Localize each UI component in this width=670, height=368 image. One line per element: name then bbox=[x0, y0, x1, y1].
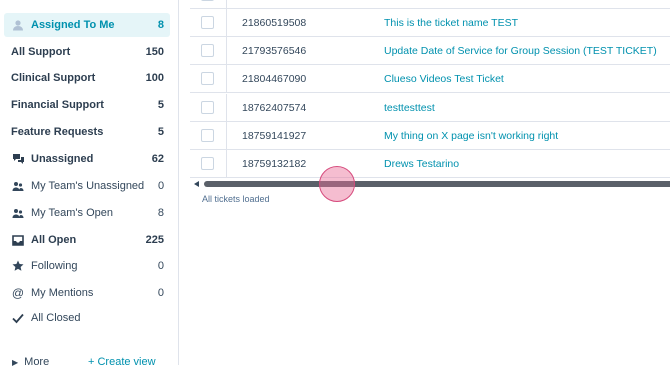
sidebar-item-all-support[interactable]: All Support 150 bbox=[4, 40, 170, 64]
cursor-highlight bbox=[319, 166, 355, 202]
column-divider bbox=[226, 65, 227, 93]
sidebar-item-label: All Support bbox=[11, 46, 71, 58]
row-checkbox[interactable] bbox=[201, 157, 214, 170]
ticket-id: 18759132182 bbox=[242, 158, 307, 170]
sidebar-item-count: 0 bbox=[157, 287, 164, 299]
tickets-loaded-status: All tickets loaded bbox=[202, 194, 270, 204]
ticket-id: 21860519508 bbox=[242, 17, 307, 29]
sidebar-item-count: 8 bbox=[157, 19, 164, 31]
ticket-id: 21793576546 bbox=[242, 45, 307, 57]
sidebar-item-label: Unassigned bbox=[31, 153, 94, 165]
horizontal-scrollbar[interactable] bbox=[194, 180, 670, 188]
sidebar-item-count: 5 bbox=[157, 99, 164, 111]
team-icon bbox=[11, 179, 25, 193]
table-row[interactable]: 18762407574 testtesttest bbox=[190, 94, 670, 122]
sidebar-item-all-closed[interactable]: All Closed bbox=[4, 306, 170, 330]
row-checkbox[interactable] bbox=[201, 44, 214, 57]
table-row[interactable]: 21804467090 Clueso Videos Test Ticket bbox=[190, 65, 670, 93]
row-checkbox[interactable] bbox=[201, 72, 214, 85]
sidebar-item-following[interactable]: Following 0 bbox=[4, 254, 170, 278]
sidebar-item-label: Assigned To Me bbox=[31, 19, 115, 31]
table-row[interactable]: 18759141927 My thing on X page isn't wor… bbox=[190, 122, 670, 150]
ticket-name-link[interactable]: Drews Testarino bbox=[384, 158, 459, 170]
column-divider bbox=[226, 9, 227, 37]
chat-bubbles-icon bbox=[11, 152, 25, 166]
sidebar-item-count: 5 bbox=[157, 126, 164, 138]
sidebar-item-all-open[interactable]: All Open 225 bbox=[4, 228, 170, 252]
ticket-name-link[interactable]: This is the ticket name TEST bbox=[384, 17, 518, 29]
more-link[interactable]: ▶ More bbox=[12, 356, 49, 368]
check-icon bbox=[11, 311, 25, 325]
ticket-name-link[interactable]: Clueso Videos Test Ticket bbox=[384, 73, 504, 85]
at-icon: @ bbox=[11, 286, 25, 300]
sidebar-item-label: All Closed bbox=[31, 312, 81, 324]
sidebar-item-label: Financial Support bbox=[11, 99, 104, 111]
sidebar-item-label: My Mentions bbox=[31, 287, 94, 299]
ticket-name-link[interactable]: My thing on X page isn't working right bbox=[384, 130, 558, 142]
column-divider bbox=[226, 94, 227, 122]
row-checkbox[interactable] bbox=[201, 129, 214, 142]
sidebar-item-label: Feature Requests bbox=[11, 126, 104, 138]
scrollbar-thumb[interactable] bbox=[204, 181, 670, 187]
row-checkbox[interactable] bbox=[201, 101, 214, 114]
more-label: More bbox=[24, 356, 50, 368]
sidebar-item-count: 8 bbox=[157, 207, 164, 219]
sidebar-item-label: My Team's Open bbox=[31, 207, 113, 219]
column-divider bbox=[226, 0, 227, 9]
sidebar-item-label: Following bbox=[31, 260, 78, 272]
sidebar-item-count: 225 bbox=[145, 234, 164, 246]
ticket-id: 21804467090 bbox=[242, 73, 307, 85]
sidebar-item-count: 62 bbox=[151, 153, 164, 165]
sidebar-item-financial-support[interactable]: Financial Support 5 bbox=[4, 93, 170, 117]
table-row bbox=[190, 0, 670, 9]
sidebar-item-count: 0 bbox=[157, 260, 164, 272]
sidebar-item-my-mentions[interactable]: @ My Mentions 0 bbox=[4, 281, 170, 305]
sidebar-item-label: My Team's Unassigned bbox=[31, 180, 145, 192]
row-checkbox[interactable] bbox=[201, 0, 214, 1]
sidebar-item-unassigned[interactable]: Unassigned 62 bbox=[4, 147, 170, 171]
chevron-right-icon: ▶ bbox=[12, 358, 19, 367]
sidebar-item-count: 100 bbox=[145, 72, 164, 84]
sidebar-item-label: Clinical Support bbox=[11, 72, 96, 84]
sidebar-item-assigned-to-me[interactable]: Assigned To Me 8 bbox=[4, 13, 170, 37]
inbox-icon bbox=[11, 233, 25, 247]
ticket-id: 18759141927 bbox=[242, 130, 307, 142]
table-row[interactable]: 21793576546 Update Date of Service for G… bbox=[190, 37, 670, 65]
column-divider bbox=[226, 150, 227, 178]
table-row[interactable]: 21860519508 This is the ticket name TEST bbox=[190, 9, 670, 37]
column-divider bbox=[226, 122, 227, 150]
sidebar-item-clinical-support[interactable]: Clinical Support 100 bbox=[4, 66, 170, 90]
sidebar-item-count: 0 bbox=[158, 180, 165, 192]
ticket-name-link[interactable]: testtesttest bbox=[384, 102, 435, 114]
table-row[interactable]: 18759132182 Drews Testarino bbox=[190, 150, 670, 178]
sidebar-item-my-teams-unassigned[interactable]: My Team's Unassigned 0 bbox=[4, 174, 170, 198]
sidebar: Assigned To Me 8 All Support 150 Clinica… bbox=[0, 0, 179, 368]
row-checkbox[interactable] bbox=[201, 16, 214, 29]
sidebar-item-feature-requests[interactable]: Feature Requests 5 bbox=[4, 120, 170, 144]
column-divider bbox=[226, 37, 227, 65]
ticket-name-link[interactable]: Update Date of Service for Group Session… bbox=[384, 45, 657, 57]
star-icon bbox=[11, 259, 25, 273]
team-icon bbox=[11, 206, 25, 220]
scroll-left-arrow-icon[interactable] bbox=[194, 181, 199, 187]
sidebar-item-my-teams-open[interactable]: My Team's Open 8 bbox=[4, 201, 170, 225]
ticket-id: 18762407574 bbox=[242, 102, 307, 114]
user-icon bbox=[11, 18, 25, 32]
create-view-link[interactable]: + Create view bbox=[88, 356, 156, 368]
sidebar-item-count: 150 bbox=[145, 46, 164, 58]
sidebar-item-label: All Open bbox=[31, 234, 77, 246]
